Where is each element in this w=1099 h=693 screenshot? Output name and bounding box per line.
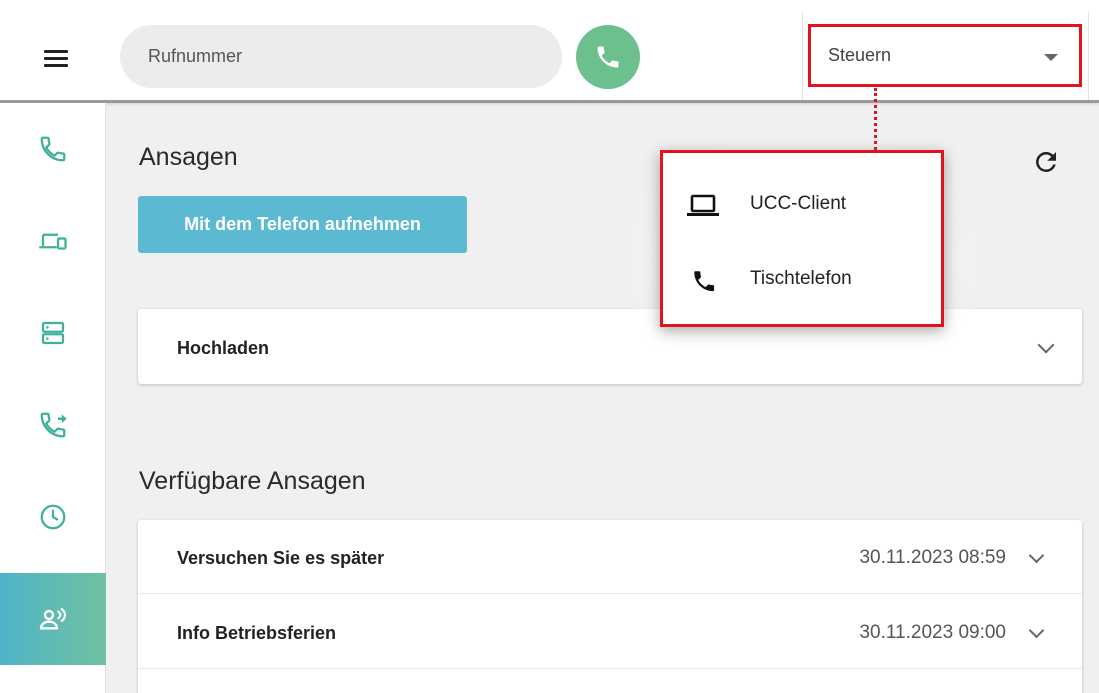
control-dropdown-menu: UCC-Client Tischtelefon <box>660 150 944 327</box>
divider <box>802 12 803 100</box>
refresh-icon[interactable] <box>1031 147 1061 177</box>
divider <box>1088 12 1089 100</box>
sidebar-item-forwarding[interactable] <box>0 379 106 471</box>
sidebar-item-servers[interactable] <box>0 287 106 379</box>
top-bar: Steuern <box>0 0 1099 103</box>
menu-item-label: Tischtelefon <box>750 268 852 289</box>
menu-icon[interactable] <box>44 50 68 68</box>
sidebar-item-calls[interactable] <box>0 103 106 195</box>
record-with-phone-button[interactable]: Mit dem Telefon aufnehmen <box>138 196 467 253</box>
section-title: Verfügbare Ansagen <box>139 467 366 495</box>
devices-icon <box>39 233 67 250</box>
caret-down-icon <box>1044 54 1058 61</box>
phone-icon <box>40 136 66 162</box>
control-select-value: Steuern <box>828 45 892 65</box>
announcement-icon <box>39 607 67 630</box>
chevron-down-icon[interactable] <box>1028 547 1045 564</box>
phone-icon <box>597 46 619 68</box>
announcement-title: Info Betriebsferien <box>177 623 337 643</box>
announcement-title: Versuchen Sie es später <box>177 548 385 568</box>
phone-icon <box>694 271 715 292</box>
upload-card-label: Hochladen <box>177 338 270 358</box>
main-content: Ansagen Mit dem Telefon aufnehmen Hochla… <box>106 103 1099 693</box>
menu-item-desk-phone[interactable]: Tischtelefon <box>663 242 941 317</box>
list-item[interactable]: Info Betriebsferien 30.11.2023 09:00 <box>138 595 1082 669</box>
server-icon <box>41 321 65 345</box>
sidebar-item-announcements[interactable] <box>0 573 106 665</box>
sidebar <box>0 103 106 693</box>
call-button[interactable] <box>576 25 640 89</box>
menu-item-ucc-client[interactable]: UCC-Client <box>663 167 941 242</box>
announcement-list: Versuchen Sie es später 30.11.2023 08:59… <box>138 520 1082 693</box>
sidebar-item-history[interactable] <box>0 471 106 563</box>
clock-icon <box>40 504 66 530</box>
control-select[interactable]: Steuern <box>808 24 1082 87</box>
chevron-down-icon <box>1037 336 1055 354</box>
list-item[interactable]: Versuchen Sie es später 30.11.2023 08:59 <box>138 520 1082 594</box>
announcement-date: 30.11.2023 09:00 <box>859 622 1006 643</box>
announcement-date: 30.11.2023 08:59 <box>859 547 1006 568</box>
menu-item-label: UCC-Client <box>750 193 847 214</box>
phone-number-input[interactable] <box>120 25 562 88</box>
page-title: Ansagen <box>139 143 238 171</box>
call-forward-icon <box>40 412 67 438</box>
chevron-down-icon[interactable] <box>1028 622 1045 639</box>
laptop-icon <box>687 194 719 216</box>
sidebar-item-devices[interactable] <box>0 195 106 287</box>
